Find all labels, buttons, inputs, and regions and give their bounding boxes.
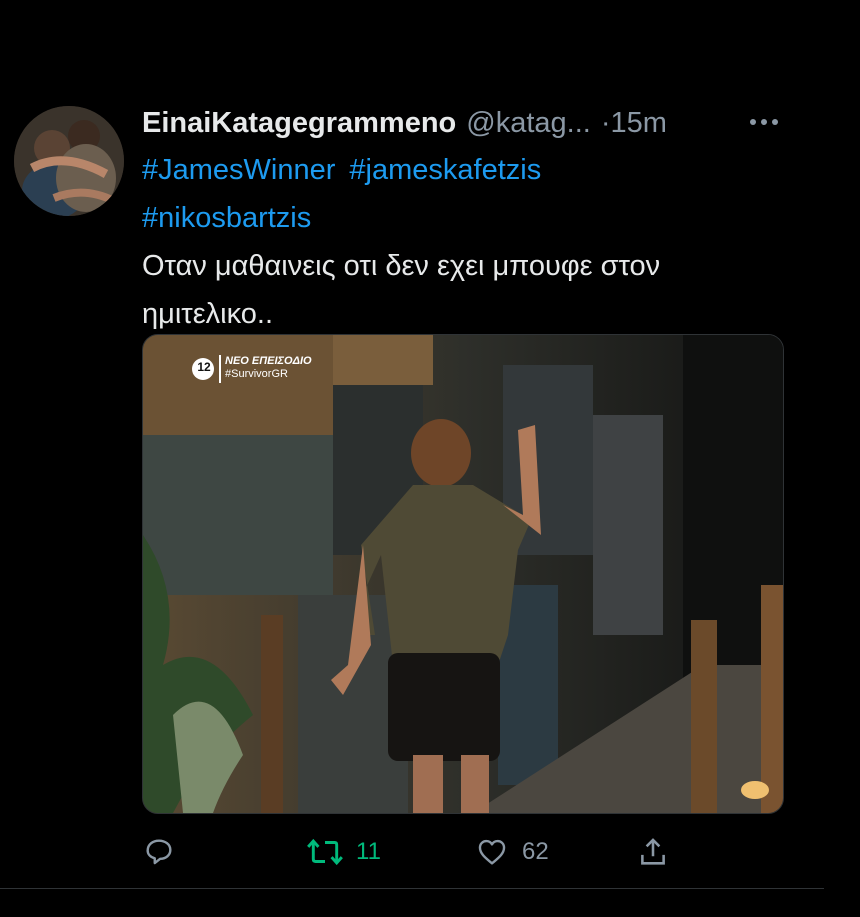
tweet-body-line-1: Οταν μαθαινεις οτι δεν εχει μπουφε στον (142, 250, 661, 282)
tweet-media-image[interactable]: 12 ΝΕΟ ΕΠΕΙΣΟΔΙΟ #SurvivorGR (142, 334, 784, 814)
user-handle[interactable]: @katag... (466, 107, 591, 140)
tweet-text: #JamesWinner #jameskafetzis #nikosbartzis… (142, 146, 822, 338)
tweet-body-line-2: ημιτελικο.. (142, 298, 273, 330)
tweet: EinaiKatagegrammeno @katag... ·15m #Jame… (0, 0, 860, 917)
media-scene (143, 335, 783, 813)
timestamp[interactable]: 15m (611, 107, 667, 139)
hashtag-jameskafetzis[interactable]: #jameskafetzis (349, 154, 541, 186)
tweet-divider (0, 888, 824, 889)
retweet-button[interactable]: 11 (306, 830, 381, 874)
avatar[interactable] (14, 106, 124, 216)
reply-icon (146, 839, 172, 865)
retweet-count: 11 (356, 838, 381, 865)
like-button[interactable]: 62 (474, 830, 549, 874)
separator-dot: · (600, 106, 611, 139)
media-overlay-hashtag: #SurvivorGR (225, 368, 288, 380)
hashtag-jameswinner[interactable]: #JamesWinner (142, 154, 335, 186)
share-icon (641, 838, 665, 865)
reply-button[interactable] (142, 830, 176, 874)
heart-icon (478, 839, 506, 865)
share-button[interactable] (636, 830, 670, 874)
more-options-icon[interactable] (748, 112, 780, 132)
hashtag-nikosbartzis[interactable]: #nikosbartzis (142, 202, 311, 234)
like-count: 62 (522, 838, 549, 865)
display-name[interactable]: EinaiKatagegrammeno (142, 107, 456, 140)
avatar-image (14, 106, 124, 216)
tweet-actions: 11 62 (142, 830, 782, 874)
media-overlay-title: ΝΕΟ ΕΠΕΙΣΟΔΙΟ (225, 355, 312, 367)
tweet-header: EinaiKatagegrammeno @katag... ·15m (142, 104, 667, 142)
channel-logo: 12 (197, 360, 211, 374)
retweet-icon (307, 838, 343, 866)
